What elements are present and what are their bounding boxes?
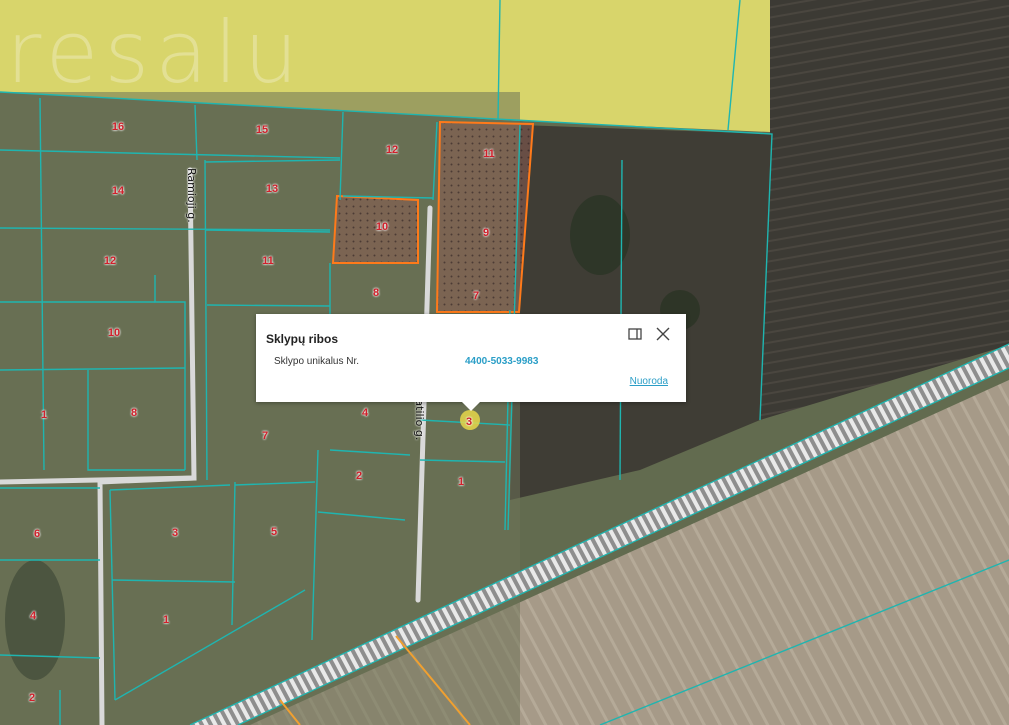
parcel-number: 8 — [372, 287, 380, 299]
street-label-ramioji: Ramioji g. — [185, 168, 198, 223]
parcel-number: 2 — [355, 470, 363, 482]
parcel-number: 11 — [483, 148, 495, 160]
parcel-info-popup: Sklypų ribos Sklypo unikalus Nr. 4400-50… — [256, 314, 686, 411]
parcel-number: 10 — [107, 327, 121, 339]
parcel-number: 12 — [103, 255, 117, 267]
parcel-number: 11 — [262, 255, 274, 267]
parcel-number: 1 — [40, 409, 48, 421]
parcel-number: 14 — [111, 185, 125, 197]
parcel-id-label: Sklypo unikalus Nr. — [274, 356, 360, 367]
parcel-number: 1 — [457, 476, 465, 488]
reference-link[interactable]: Nuoroda — [630, 376, 668, 387]
parcel-number: 5 — [270, 526, 278, 538]
expand-icon[interactable] — [626, 325, 644, 343]
parcel-id-value: 4400-5033-9983 — [465, 356, 539, 367]
parcel-number: 12 — [385, 144, 399, 156]
parcel-number: 6 — [33, 528, 41, 540]
parcel-number: 16 — [111, 121, 125, 133]
parcel-number: 3 — [171, 527, 179, 539]
parcel-number: 1 — [162, 614, 170, 626]
parcel-number: 9 — [482, 227, 490, 239]
parcel-number: 4 — [29, 610, 37, 622]
parcel-number: 10 — [375, 221, 389, 233]
parcel-number: 2 — [28, 692, 36, 704]
parcel-number: 13 — [265, 183, 279, 195]
parcel-number: 4 — [361, 407, 369, 419]
parcel-number: 3 — [465, 416, 473, 428]
parcel-number: 7 — [472, 290, 480, 302]
popup-title: Sklypų ribos — [266, 332, 339, 346]
close-icon[interactable] — [654, 325, 672, 343]
parcel-number: 7 — [261, 430, 269, 442]
parcel-number: 15 — [255, 124, 269, 136]
parcel-number: 8 — [130, 407, 138, 419]
